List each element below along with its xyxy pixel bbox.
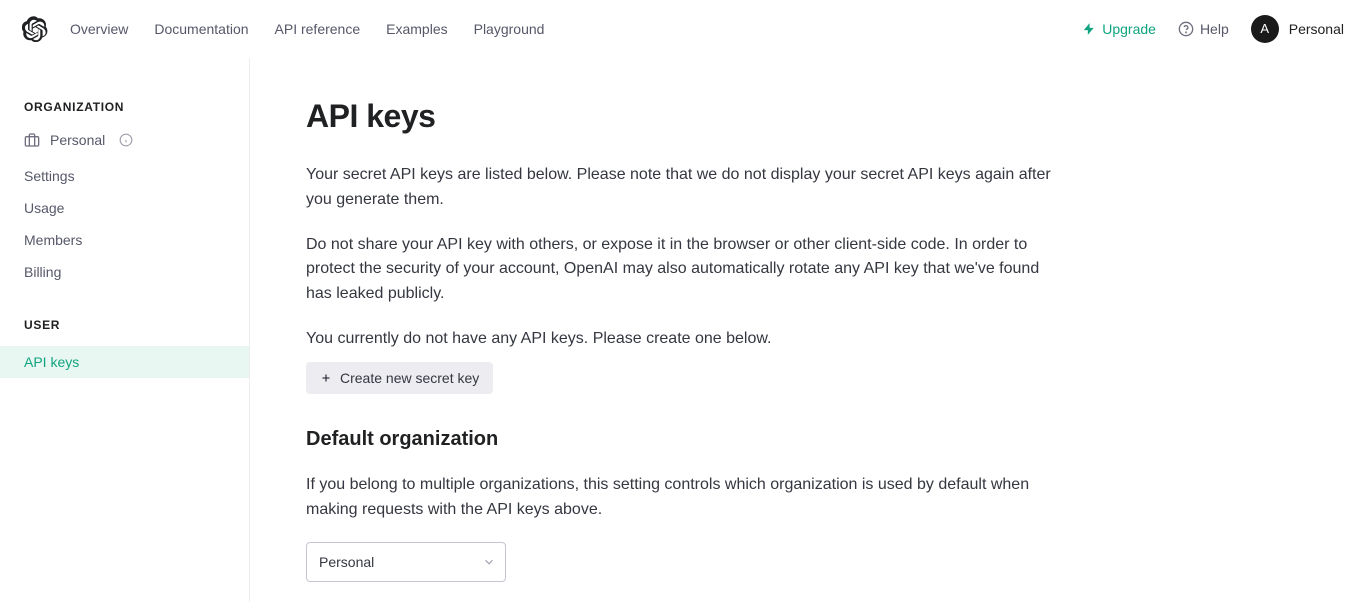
- create-secret-key-label: Create new secret key: [340, 370, 479, 386]
- intro-p3: You currently do not have any API keys. …: [306, 327, 1066, 352]
- sidebar-item-billing[interactable]: Billing: [0, 256, 249, 288]
- sidebar-item-api-keys[interactable]: API keys: [0, 346, 249, 378]
- sidebar-item-usage[interactable]: Usage: [0, 192, 249, 224]
- org-select[interactable]: Personal: [306, 542, 506, 582]
- user-menu[interactable]: A Personal: [1251, 15, 1344, 43]
- help-link[interactable]: Help: [1178, 21, 1229, 37]
- org-select-value: Personal: [306, 542, 506, 582]
- sidebar-item-settings[interactable]: Settings: [0, 160, 249, 192]
- intro-p2: Do not share your API key with others, o…: [306, 233, 1066, 307]
- top-nav: Overview Documentation API reference Exa…: [70, 21, 1082, 37]
- lightning-icon: [1082, 22, 1096, 36]
- logo[interactable]: [22, 16, 48, 42]
- sidebar-org-name[interactable]: Personal: [0, 128, 249, 160]
- topbar: Overview Documentation API reference Exa…: [0, 0, 1366, 58]
- upgrade-label: Upgrade: [1102, 21, 1156, 37]
- upgrade-link[interactable]: Upgrade: [1082, 21, 1156, 37]
- plus-icon: [320, 372, 332, 384]
- nav-overview[interactable]: Overview: [70, 21, 128, 37]
- main-content: API keys Your secret API keys are listed…: [250, 58, 1366, 602]
- default-org-title: Default organization: [306, 428, 1310, 451]
- nav-examples[interactable]: Examples: [386, 21, 447, 37]
- default-org-body: If you belong to multiple organizations,…: [306, 473, 1066, 523]
- help-label: Help: [1200, 21, 1229, 37]
- sidebar-org-title: ORGANIZATION: [0, 100, 249, 128]
- nav-api-reference[interactable]: API reference: [275, 21, 361, 37]
- briefcase-icon: [24, 132, 40, 148]
- info-icon: [119, 133, 133, 147]
- intro-p1: Your secret API keys are listed below. P…: [306, 163, 1066, 213]
- help-icon: [1178, 21, 1194, 37]
- page-title: API keys: [306, 98, 1310, 135]
- nav-playground[interactable]: Playground: [474, 21, 545, 37]
- avatar: A: [1251, 15, 1279, 43]
- sidebar-user-title: USER: [0, 318, 249, 346]
- create-secret-key-button[interactable]: Create new secret key: [306, 362, 493, 394]
- sidebar-item-members[interactable]: Members: [0, 224, 249, 256]
- top-right: Upgrade Help A Personal: [1082, 15, 1344, 43]
- sidebar: ORGANIZATION Personal Settings Usage Mem…: [0, 58, 250, 602]
- sidebar-org-name-label: Personal: [50, 132, 105, 148]
- layout: ORGANIZATION Personal Settings Usage Mem…: [0, 58, 1366, 602]
- nav-documentation[interactable]: Documentation: [154, 21, 248, 37]
- openai-logo-icon: [22, 16, 48, 42]
- user-menu-label: Personal: [1289, 21, 1344, 37]
